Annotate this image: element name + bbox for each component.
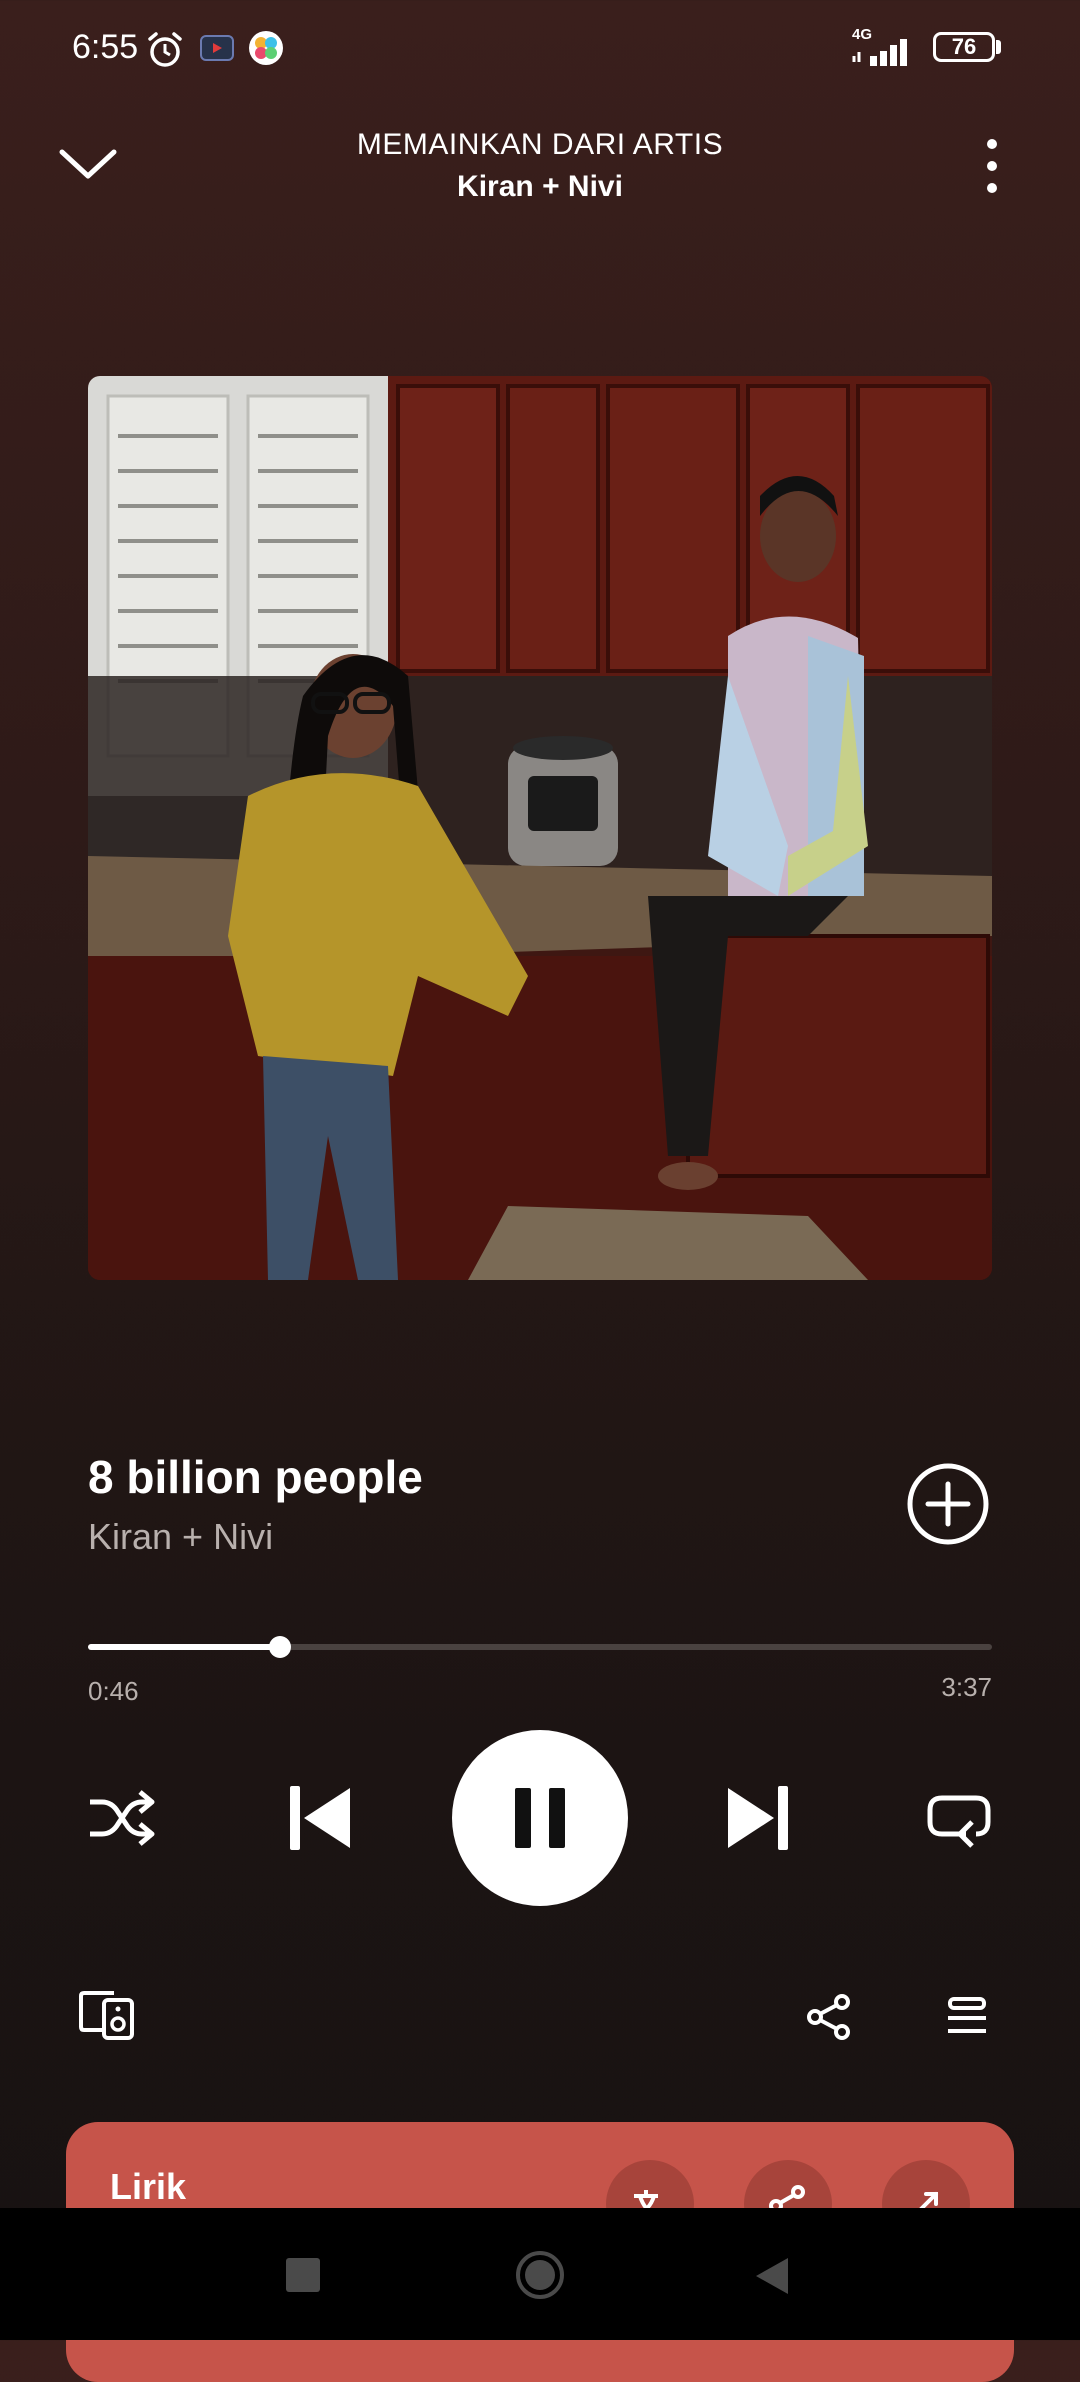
playing-context-artist[interactable]: Kiran + Nivi (0, 170, 1080, 204)
time-total: 3:37 (941, 1672, 992, 1702)
repeat-icon[interactable] (926, 1786, 992, 1850)
playing-context-label: MEMAINKAN DARI ARTIS (356, 128, 724, 161)
progress-thumb[interactable] (268, 1636, 291, 1658)
system-nav-bar (0, 2208, 1080, 2340)
youtube-app-icon (200, 34, 234, 62)
back-button[interactable] (754, 2256, 790, 2296)
track-artist[interactable]: Kiran + Nivi (88, 1516, 273, 1558)
pause-button[interactable] (452, 1730, 628, 1906)
status-time: 6:55 (72, 28, 139, 66)
lyrics-title: Lirik (110, 2166, 187, 2207)
album-artwork (88, 376, 992, 1280)
alarm-icon (145, 30, 185, 70)
pause-icon (515, 1788, 565, 1848)
share-icon[interactable] (806, 1994, 852, 2040)
more-vertical-icon[interactable] (976, 136, 1008, 196)
recent-apps-button[interactable] (286, 2258, 320, 2292)
home-button[interactable] (515, 2250, 565, 2300)
shuffle-icon[interactable] (86, 1786, 156, 1850)
track-title: 8 billion people (88, 1451, 423, 1503)
add-circle-icon[interactable] (906, 1462, 990, 1546)
time-elapsed: 0:46 (88, 1676, 139, 1706)
progress-fill (88, 1644, 280, 1650)
battery-indicator: 76 (933, 32, 995, 62)
skip-previous-icon[interactable] (288, 1784, 352, 1852)
connect-devices-icon[interactable] (78, 1990, 136, 2040)
battery-level: 76 (951, 34, 977, 59)
signal-icon (850, 34, 920, 68)
app-notification-icon (248, 30, 284, 66)
battery-tip (996, 40, 1001, 54)
queue-icon[interactable] (946, 1996, 988, 2038)
skip-next-icon[interactable] (726, 1784, 790, 1852)
